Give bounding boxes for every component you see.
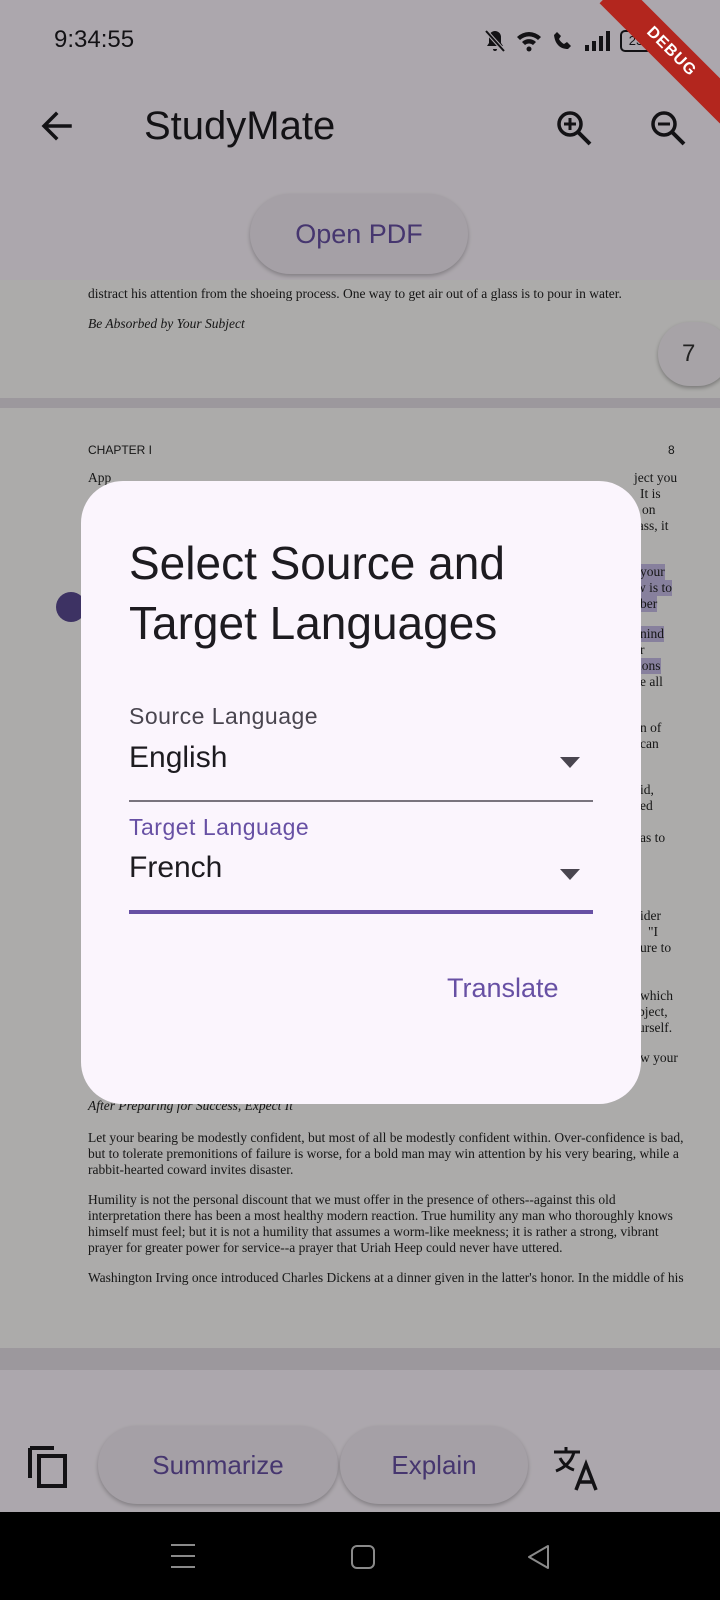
source-language-dropdown[interactable]: English: [129, 741, 227, 775]
back-nav-icon[interactable]: [526, 1544, 552, 1570]
language-select-dialog: Select Source and Target Languages Sourc…: [81, 481, 641, 1104]
target-language-underline: [129, 910, 593, 914]
target-language-label: Target Language: [129, 814, 310, 840]
source-language-underline: [129, 800, 593, 802]
chevron-down-icon[interactable]: [560, 757, 580, 768]
target-language-dropdown[interactable]: French: [129, 851, 222, 885]
chevron-down-icon[interactable]: [560, 869, 580, 880]
dialog-title: Select Source and Target Languages: [129, 537, 505, 649]
recent-apps-icon[interactable]: [170, 1542, 196, 1570]
system-nav-bar: [0, 1512, 720, 1600]
home-icon[interactable]: [350, 1544, 376, 1570]
source-language-label: Source Language: [129, 703, 319, 729]
translate-button[interactable]: Translate: [431, 965, 575, 1012]
